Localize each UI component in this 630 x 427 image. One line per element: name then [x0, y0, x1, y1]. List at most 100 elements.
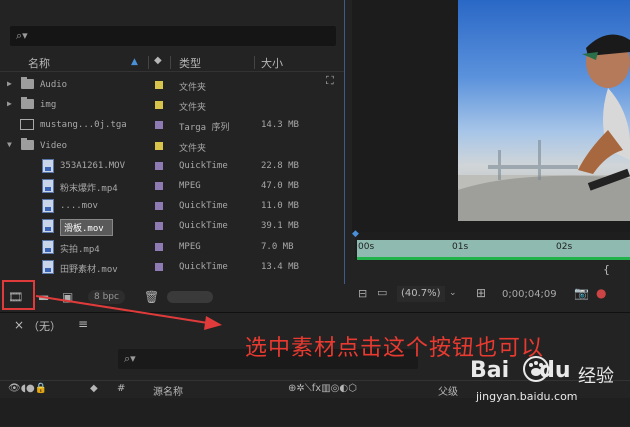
search-icon: ⌕▾	[124, 352, 136, 365]
item-type: MPEG	[179, 241, 201, 252]
item-name: mustang...0j.tga	[40, 120, 127, 131]
panel-menu-icon[interactable]: ≡	[78, 317, 88, 331]
project-row[interactable]: ▶ img 文件夹	[0, 95, 344, 115]
item-name: Audio	[40, 80, 68, 90]
item-type: 文件夹	[179, 143, 207, 154]
folder-icon	[21, 97, 34, 110]
footage-file-icon	[42, 219, 54, 234]
item-type: QuickTime	[179, 160, 228, 171]
tick-1: 01s	[452, 242, 469, 252]
label-color-swatch[interactable]	[155, 242, 163, 251]
render-cache-bar	[357, 257, 630, 260]
footage-file-icon	[42, 199, 54, 214]
expand-toggle-icon[interactable]: ▶	[7, 79, 12, 88]
footage-file-icon	[42, 239, 54, 254]
item-size: 14.3 MB	[261, 120, 299, 131]
horizontal-scrollbar[interactable]	[167, 291, 213, 303]
project-row[interactable]: 粉末爆炸.mp4 MPEG 47.0 MB	[0, 176, 344, 196]
parent-header[interactable]: 父级	[438, 383, 458, 398]
column-type-header[interactable]: 类型	[179, 55, 201, 71]
trash-icon[interactable]: 🗑	[144, 290, 159, 304]
label-tag-icon[interactable]: ◆	[90, 383, 98, 394]
expand-toggle-icon[interactable]: ▼	[7, 140, 12, 149]
project-row[interactable]: 353A1261.MOV QuickTime 22.8 MB	[0, 156, 344, 176]
folder-icon	[21, 77, 34, 89]
current-time-display[interactable]: 0;00;04;09	[502, 289, 557, 300]
always-preview-icon[interactable]: ⊟	[358, 287, 367, 300]
item-name: Video	[40, 140, 68, 151]
viewer-toolbar: ⊟ ▭ ⌄ ⊞ 📷 ●	[352, 282, 630, 306]
project-row[interactable]: 田野素材.mov QuickTime 13.4 MB	[0, 257, 344, 277]
label-color-swatch[interactable]	[155, 262, 163, 271]
layer-number-header: #	[117, 383, 126, 394]
project-footer-toolbar: 🎞 ▬ ▣ 8 bpc 🗑	[0, 287, 344, 307]
folder-icon	[21, 137, 34, 150]
monitor-icon[interactable]: ▭	[377, 286, 387, 299]
label-color-swatch[interactable]	[155, 161, 163, 170]
column-size-header[interactable]: 大小	[261, 55, 283, 71]
footage-file-icon	[42, 179, 54, 193]
sort-ascending-icon[interactable]: ▲	[131, 57, 138, 67]
project-row[interactable]: ▼ Video 文件夹	[0, 136, 344, 156]
item-name: 353A1261.MOV	[60, 160, 126, 171]
item-name: ....mov	[60, 201, 98, 212]
zoom-dropdown-arrow-icon[interactable]: ⌄	[449, 288, 457, 298]
show-channel-icon[interactable]: ●	[596, 286, 606, 300]
item-name: 粉末爆炸.mp4	[60, 184, 118, 194]
label-tag-icon[interactable]: ◆	[154, 55, 162, 66]
project-column-header: 名称 ▲ ◆ 类型 大小	[0, 54, 344, 72]
magnification-dropdown[interactable]: (40.7%)	[397, 286, 445, 302]
snapshot-camera-icon[interactable]: 📷	[574, 286, 589, 300]
new-composition-icon[interactable]: ▣	[62, 290, 73, 304]
label-color-swatch[interactable]	[155, 81, 163, 89]
item-type: MPEG	[179, 181, 201, 191]
item-type: QuickTime	[179, 261, 228, 272]
highlight-box	[2, 280, 35, 310]
item-name: 滑板.mov	[60, 219, 113, 237]
item-type: 文件夹	[179, 83, 207, 93]
project-row[interactable]: ....mov QuickTime 11.0 MB	[0, 196, 344, 216]
item-size: 13.4 MB	[261, 261, 299, 272]
label-color-swatch[interactable]	[155, 121, 163, 130]
item-size: 11.0 MB	[261, 201, 299, 212]
label-color-swatch[interactable]	[155, 141, 163, 150]
composition-tab-label[interactable]: （无）	[28, 318, 61, 334]
av-switches-icons[interactable]: 👁◖●🔒	[8, 383, 47, 394]
footage-file-icon	[42, 158, 54, 173]
item-size: 39.1 MB	[261, 221, 299, 232]
search-icon: ⌕▾	[16, 29, 28, 42]
work-area-end-icon[interactable]: {	[603, 263, 610, 276]
close-icon[interactable]: ×	[14, 318, 24, 332]
project-search-input[interactable]: ⌕▾	[10, 26, 336, 46]
watermark-jingyan: 经验	[578, 366, 614, 387]
label-color-swatch[interactable]	[155, 202, 163, 211]
item-name: img	[40, 100, 57, 111]
item-type: QuickTime	[179, 221, 228, 232]
project-row[interactable]: 滑板.mov QuickTime 39.1 MB	[0, 216, 344, 237]
project-row[interactable]: ▶ Audio 文件夹	[0, 75, 344, 95]
column-name-header[interactable]: 名称	[28, 55, 50, 71]
label-color-swatch[interactable]	[155, 101, 163, 110]
item-type: 文件夹	[179, 103, 207, 114]
label-color-swatch[interactable]	[155, 182, 163, 190]
item-type: Targa 序列	[179, 123, 230, 134]
tick-2: 02s	[556, 242, 573, 252]
item-size: 7.0 MB	[261, 241, 294, 252]
project-row[interactable]: 实拍.mp4 MPEG 7.0 MB	[0, 237, 344, 257]
expand-toggle-icon[interactable]: ▶	[7, 99, 12, 108]
item-type: QuickTime	[179, 201, 228, 212]
watermark-logo: Bai du	[470, 358, 571, 383]
project-row[interactable]: mustang...0j.tga Targa 序列 14.3 MB	[0, 115, 344, 135]
playhead-icon[interactable]: ◆	[352, 229, 359, 239]
paw-icon	[523, 356, 549, 382]
fit-resolution-icon[interactable]: ⊞	[476, 286, 486, 300]
source-name-header[interactable]: 源名称	[153, 383, 183, 398]
layer-switches-icons[interactable]: ⊕✲⟍fx▥◎◐⬡	[288, 383, 357, 394]
preview-image	[458, 0, 630, 221]
color-depth-button[interactable]: 8 bpc	[88, 290, 125, 304]
image-sequence-icon	[20, 119, 34, 131]
work-area-bar[interactable]	[357, 240, 630, 257]
item-name: 实拍.mp4	[60, 244, 100, 255]
label-color-swatch[interactable]	[155, 222, 163, 231]
new-folder-icon[interactable]: ▬	[38, 290, 49, 304]
